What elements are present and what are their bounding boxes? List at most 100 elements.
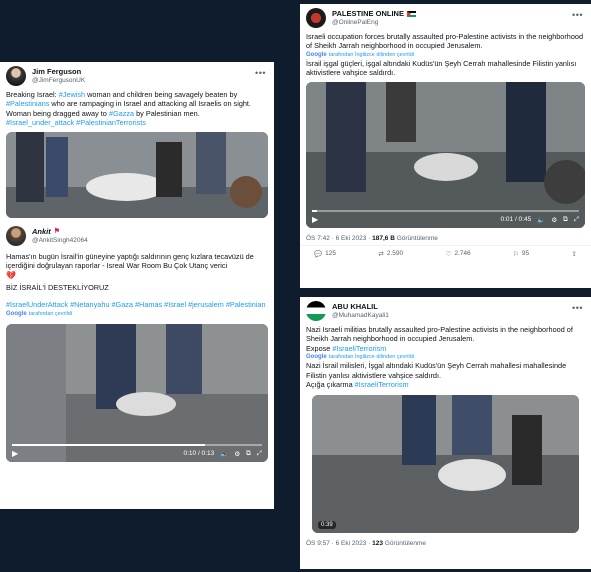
display-name[interactable]: PALESTINE ONLINE [332, 8, 416, 19]
view-label: Görüntülenme [382, 539, 426, 547]
tweet-card-top-right: PALESTINE ONLINE @OnlinePalEng ••• Israe… [300, 4, 591, 288]
more-icon[interactable]: ••• [572, 303, 583, 313]
translated-text: İsrail işgal güçleri, işgal altındaki Ku… [306, 58, 577, 78]
share-button[interactable]: ⇪ [572, 250, 577, 258]
avatar[interactable] [306, 8, 326, 28]
retweet-button[interactable]: ⇄ 2.590 [378, 250, 403, 258]
tweet-meta: ÖS 9:57 · 6 Eki 2023 · 123 Görüntülenme [300, 537, 591, 550]
tweet-text-part: Expose [306, 343, 333, 353]
bookmark-button[interactable]: ⚐ 95 [513, 250, 529, 258]
tweet-text-part: Breaking Israel: [6, 90, 59, 99]
display-name[interactable]: ABU KHALIL [332, 302, 389, 312]
user-handle[interactable]: @MuhamadKayali1 [332, 312, 389, 319]
google-logo: Google [306, 354, 327, 361]
settings-icon[interactable]: ⚙ [551, 216, 557, 224]
view-count: 187,6 B [372, 234, 395, 242]
video-time: 0:01 / 0:45 [500, 216, 532, 224]
reply-button[interactable]: 💬 125 [314, 250, 336, 258]
view-label: Görüntülenme [394, 234, 438, 242]
tweet-text: Nazi Israeli militias brutally assaulted… [306, 325, 573, 344]
translation-note[interactable]: Google tarafından İngilizce dilinden çevr… [300, 51, 591, 59]
user-handle[interactable]: @JimFergusonUK [32, 77, 85, 84]
tweet-card-bottom-right: ABU KHALIL @MuhamadKayali1 ••• Nazi Isra… [300, 297, 591, 569]
hashtag-list[interactable]: #IsraelUnderAttack #Netanyahu #Gaza #Ham… [0, 300, 274, 309]
google-logo: Google [306, 51, 327, 58]
volume-icon[interactable]: 🔈 [537, 216, 545, 224]
avatar[interactable] [6, 225, 26, 246]
share-icon: ⇪ [571, 250, 577, 258]
play-icon[interactable]: ▶ [12, 449, 18, 458]
tweet-header: Jim Ferguson @JimFergusonUK ••• [0, 62, 274, 90]
tweet-text: Hamas'ın bugün İsrail'in güneyine yaptığ… [6, 251, 254, 271]
reply-count: 125 [325, 250, 336, 258]
hashtag-link[interactable]: #IsraeliTerrorism [332, 344, 386, 353]
scene-image [6, 323, 268, 462]
hashtag-link[interactable]: #Palestinians [6, 99, 49, 108]
broken-heart-icon: 💔 [6, 270, 16, 280]
tweet-text-part: Açığa çıkarma [306, 380, 355, 390]
tweet-text-part: woman and children being savagely beaten… [85, 90, 238, 99]
timestamp[interactable]: ÖS 9:57 · 6 Eki 2023 · [306, 540, 372, 547]
hashtag-link[interactable]: #Gazza [109, 109, 134, 118]
tweet-actions: 💬 125 ⇄ 2.590 ♡ 2.746 ⚐ 95 ⇪ [300, 244, 591, 262]
tweet-text: Breaking Israel: #Jewish woman and child… [0, 90, 274, 128]
video-controls: ▶ 0:01 / 0:45 🔈 ⚙ ⧉ ⤢ [306, 212, 585, 228]
tweet-text-part: by Palestinian men. [134, 108, 200, 118]
fullscreen-icon[interactable]: ⤢ [257, 450, 262, 458]
google-logo: Google [6, 310, 27, 317]
hashtag-link[interactable]: #IsraeliTerrorism [355, 380, 409, 389]
display-name-text: PALESTINE ONLINE [332, 8, 404, 18]
more-icon[interactable]: ••• [572, 10, 583, 20]
like-count: 2.746 [454, 250, 471, 258]
tweet-video[interactable]: ▶ 0:01 / 0:45 🔈 ⚙ ⧉ ⤢ [306, 81, 585, 228]
hashtag-link[interactable]: #Jewish [59, 90, 85, 99]
translated-text: Açığa çıkarma #IsraeliTerrorism [300, 380, 591, 389]
timestamp[interactable]: ÖS 7:42 · 6 Eki 2023 · [306, 235, 372, 242]
tweet-meta: ÖS 7:42 · 6 Eki 2023 · 187,6 B Görüntüle… [300, 232, 591, 245]
translated-text: Nazi İsrail milisleri, İşgal altındaki K… [306, 361, 567, 380]
volume-icon[interactable]: 🔈 [220, 450, 228, 458]
translation-text: tarafından çevrildi [28, 310, 73, 317]
user-handle[interactable]: @OnlinePalEng [332, 19, 416, 26]
translation-text: tarafından İngilizce dilinden çevrildi [328, 51, 414, 58]
palestine-flag-icon [406, 11, 416, 18]
settings-icon[interactable]: ⚙ [234, 450, 240, 458]
play-icon[interactable]: ▶ [312, 215, 318, 224]
translation-note[interactable]: Google tarafından İngilizce dilinden çevr… [300, 353, 591, 361]
like-icon: ♡ [445, 250, 452, 258]
hashtag-link[interactable]: #Israel_under_attack #PalestinianTerrori… [6, 118, 146, 127]
user-handle[interactable]: @AnkitSingh42064 [32, 237, 88, 244]
tweet-header: ABU KHALIL @MuhamadKayali1 ••• [300, 297, 591, 325]
translation-text: tarafından İngilizce dilinden çevrildi [328, 354, 414, 361]
bookmark-count: 95 [521, 250, 530, 258]
translation-note[interactable]: Google tarafından çevrildi [0, 310, 274, 318]
display-name-text: Ankit [32, 226, 51, 236]
retweet-count: 2.590 [386, 250, 404, 258]
flag-icon: ⚑ [53, 228, 61, 236]
display-name[interactable]: Jim Ferguson [32, 67, 85, 77]
like-button[interactable]: ♡ 2.746 [446, 250, 471, 258]
avatar[interactable] [306, 301, 326, 321]
tweet-video[interactable]: 0:39 [312, 394, 579, 533]
view-count: 123 [372, 539, 383, 547]
reply-icon: 💬 [314, 250, 323, 258]
tweet-header: Ankit ⚑ @AnkitSingh42064 [0, 222, 274, 250]
pip-icon[interactable]: ⧉ [246, 450, 251, 458]
video-time: 0:10 / 0:13 [183, 450, 215, 458]
bookmark-icon: ⚐ [513, 250, 519, 258]
tweet-image[interactable] [6, 131, 268, 218]
video-duration: 0:39 [318, 520, 336, 529]
fullscreen-icon[interactable]: ⤢ [574, 216, 579, 224]
video-controls: ▶ 0:10 / 0:13 🔈 ⚙ ⧉ ⤢ [6, 446, 268, 462]
avatar[interactable] [6, 66, 26, 86]
scene-image [6, 131, 268, 218]
more-icon[interactable]: ••• [255, 68, 266, 78]
pip-icon[interactable]: ⧉ [563, 216, 568, 224]
tweet-card-left: Jim Ferguson @JimFergusonUK ••• Breaking… [0, 62, 274, 509]
scene-image [312, 394, 579, 533]
tweet-video[interactable]: ▶ 0:10 / 0:13 🔈 ⚙ ⧉ ⤢ [6, 323, 268, 462]
tweet-header: PALESTINE ONLINE @OnlinePalEng ••• [300, 4, 591, 32]
display-name[interactable]: Ankit ⚑ [32, 226, 88, 237]
tweet-text: BİZ İSRAİL'İ DESTEKLİYORUZ [6, 282, 109, 292]
tweet-text: Expose #IsraeliTerrorism [300, 344, 591, 353]
